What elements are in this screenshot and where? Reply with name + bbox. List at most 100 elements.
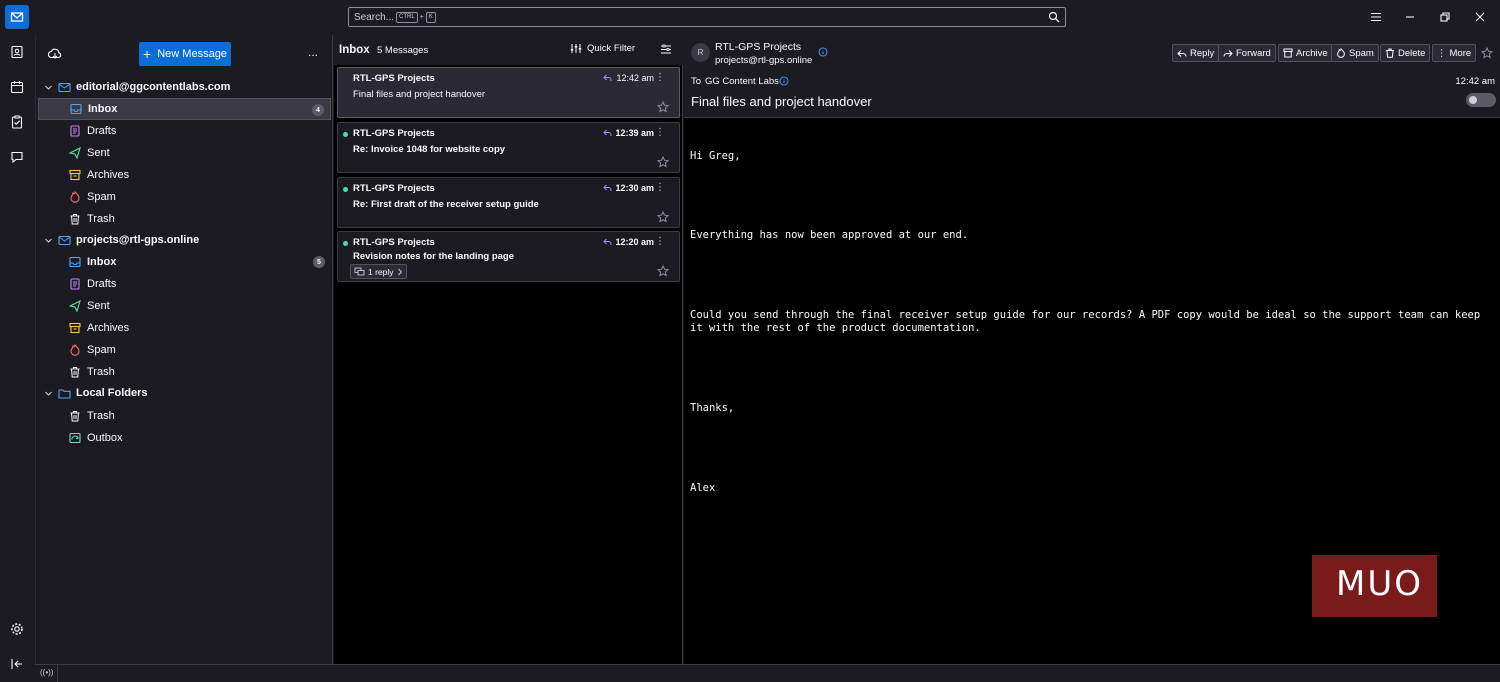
folder-outbox-local[interactable]: Outbox [38,427,331,449]
message-list-header: Inbox 5 Messages Quick Filter [334,35,683,65]
sent-icon [69,147,81,159]
chevron-down-icon[interactable] [44,83,53,92]
plus-icon: + [143,46,152,62]
to-recipient[interactable]: GG Content Labs [705,76,779,87]
forward-icon [1223,49,1233,58]
from-email[interactable]: projects@rtl-gps.online [715,55,812,66]
address-book-icon[interactable] [7,42,27,62]
unread-dot [343,187,348,192]
account-local-folders[interactable]: Local Folders [44,383,148,403]
message-time: 12:39 am [615,128,654,138]
folder-inbox-editorial[interactable]: Inbox 4 [38,98,331,120]
folder-archives-projects[interactable]: Archives [38,317,331,339]
folder-drafts-editorial[interactable]: Drafts [38,120,331,142]
trash-icon [69,366,81,378]
folder-drafts-projects[interactable]: Drafts [38,273,331,295]
new-message-button[interactable]: + New Message [139,42,231,66]
folder-label: Sent [87,147,110,159]
folder-trash-projects[interactable]: Trash [38,361,331,383]
account-projects[interactable]: projects@rtl-gps.online [44,230,199,250]
folder-label: Trash [87,410,115,422]
folder-label: Archives [87,169,130,181]
mail-app-icon[interactable] [5,5,29,29]
search-icon[interactable] [1048,11,1060,23]
message-menu-icon[interactable]: ⋮ [655,72,665,83]
message-count: 5 Messages [377,45,429,56]
online-status-icon[interactable]: ((•)) [40,668,53,677]
star-icon[interactable] [657,265,669,277]
watermark-text: MUO [1336,564,1423,604]
folder-trash-local[interactable]: Trash [38,405,331,427]
chat-icon[interactable] [7,147,27,167]
folder-spam-projects[interactable]: Spam [38,339,331,361]
account-mail-icon [58,82,71,93]
status-divider [57,665,58,682]
restore-icon[interactable] [1436,8,1454,26]
replied-icon [603,129,612,137]
verified-contact-icon [779,76,789,86]
app-menu-icon[interactable] [1367,8,1385,26]
account-email-label: projects@rtl-gps.online [76,234,200,246]
to-label: To [691,76,702,87]
message-card[interactable]: RTL-GPS Projects 12:30 am ⋮ Re: First dr… [337,177,680,228]
body-line [690,362,1496,375]
star-icon[interactable] [657,101,669,113]
archive-button[interactable]: Archive [1278,44,1333,62]
settings-gear-icon[interactable] [7,619,27,639]
reply-button[interactable]: Reply [1172,44,1220,62]
message-card[interactable]: RTL-GPS Projects 12:20 am ⋮ Revision not… [337,231,680,282]
unread-count-badge: 4 [312,104,324,116]
trash-icon [1385,48,1395,58]
title-bar: Search... CTRL + K [0,0,1500,35]
message-menu-icon[interactable]: ⋮ [655,127,665,138]
chevron-down-icon[interactable] [44,389,53,398]
folder-archives-editorial[interactable]: Archives [38,164,331,186]
delete-button[interactable]: Delete [1380,44,1431,62]
forward-button[interactable]: Forward [1218,44,1276,62]
chevron-down-icon[interactable] [44,236,53,245]
display-options-icon[interactable] [660,44,672,55]
folder-trash-editorial[interactable]: Trash [38,208,331,230]
account-editorial[interactable]: editorial@ggcontentlabs.com [44,77,230,97]
spam-label: Spam [1349,47,1374,59]
get-messages-icon[interactable] [48,47,62,61]
body-line: Alex [690,482,716,495]
minimize-icon[interactable] [1401,8,1419,26]
star-icon[interactable] [657,156,669,168]
message-card[interactable]: RTL-GPS Projects 12:42 am ⋮ Final files … [337,67,680,118]
archive-icon [69,322,81,334]
collapse-spaces-icon[interactable] [7,654,27,674]
spam-button[interactable]: Spam [1331,44,1379,62]
quick-filter-button[interactable]: Quick Filter [570,43,635,54]
folder-icon [58,388,71,399]
account-email-label: Local Folders [76,387,148,399]
message-menu-icon[interactable]: ⋮ [655,236,665,247]
folder-inbox-projects[interactable]: Inbox 5 [38,251,331,273]
message-card[interactable]: RTL-GPS Projects 12:39 am ⋮ Re: Invoice … [337,122,680,173]
calendar-icon[interactable] [7,77,27,97]
message-subject: Re: Invoice 1048 for website copy [353,144,506,155]
tasks-icon[interactable] [7,112,27,132]
message-header: R RTL-GPS Projects projects@rtl-gps.onli… [684,35,1500,118]
more-actions-button[interactable]: ⋮ More [1432,44,1477,62]
spam-icon [1336,48,1346,58]
remote-content-toggle[interactable] [1466,93,1496,107]
thread-replies-button[interactable]: 1 reply [350,264,407,279]
folder-sent-projects[interactable]: Sent [38,295,331,317]
search-input[interactable]: Search... CTRL + K [348,7,1066,27]
unread-dot [343,132,348,137]
folder-pane-menu-button[interactable]: ... [308,45,318,59]
folder-sent-editorial[interactable]: Sent [38,142,331,164]
folder-label: Spam [87,344,116,356]
conversation-icon [354,267,365,276]
from-name[interactable]: RTL-GPS Projects [715,41,801,53]
filter-icon [570,43,582,54]
star-icon[interactable] [657,211,669,223]
replied-icon [603,74,612,82]
folder-spam-editorial[interactable]: Spam [38,186,331,208]
kbd-k: K [425,11,436,23]
message-menu-icon[interactable]: ⋮ [655,182,665,193]
star-icon[interactable] [1481,47,1493,59]
close-icon[interactable] [1471,8,1489,26]
drafts-icon [69,125,81,137]
